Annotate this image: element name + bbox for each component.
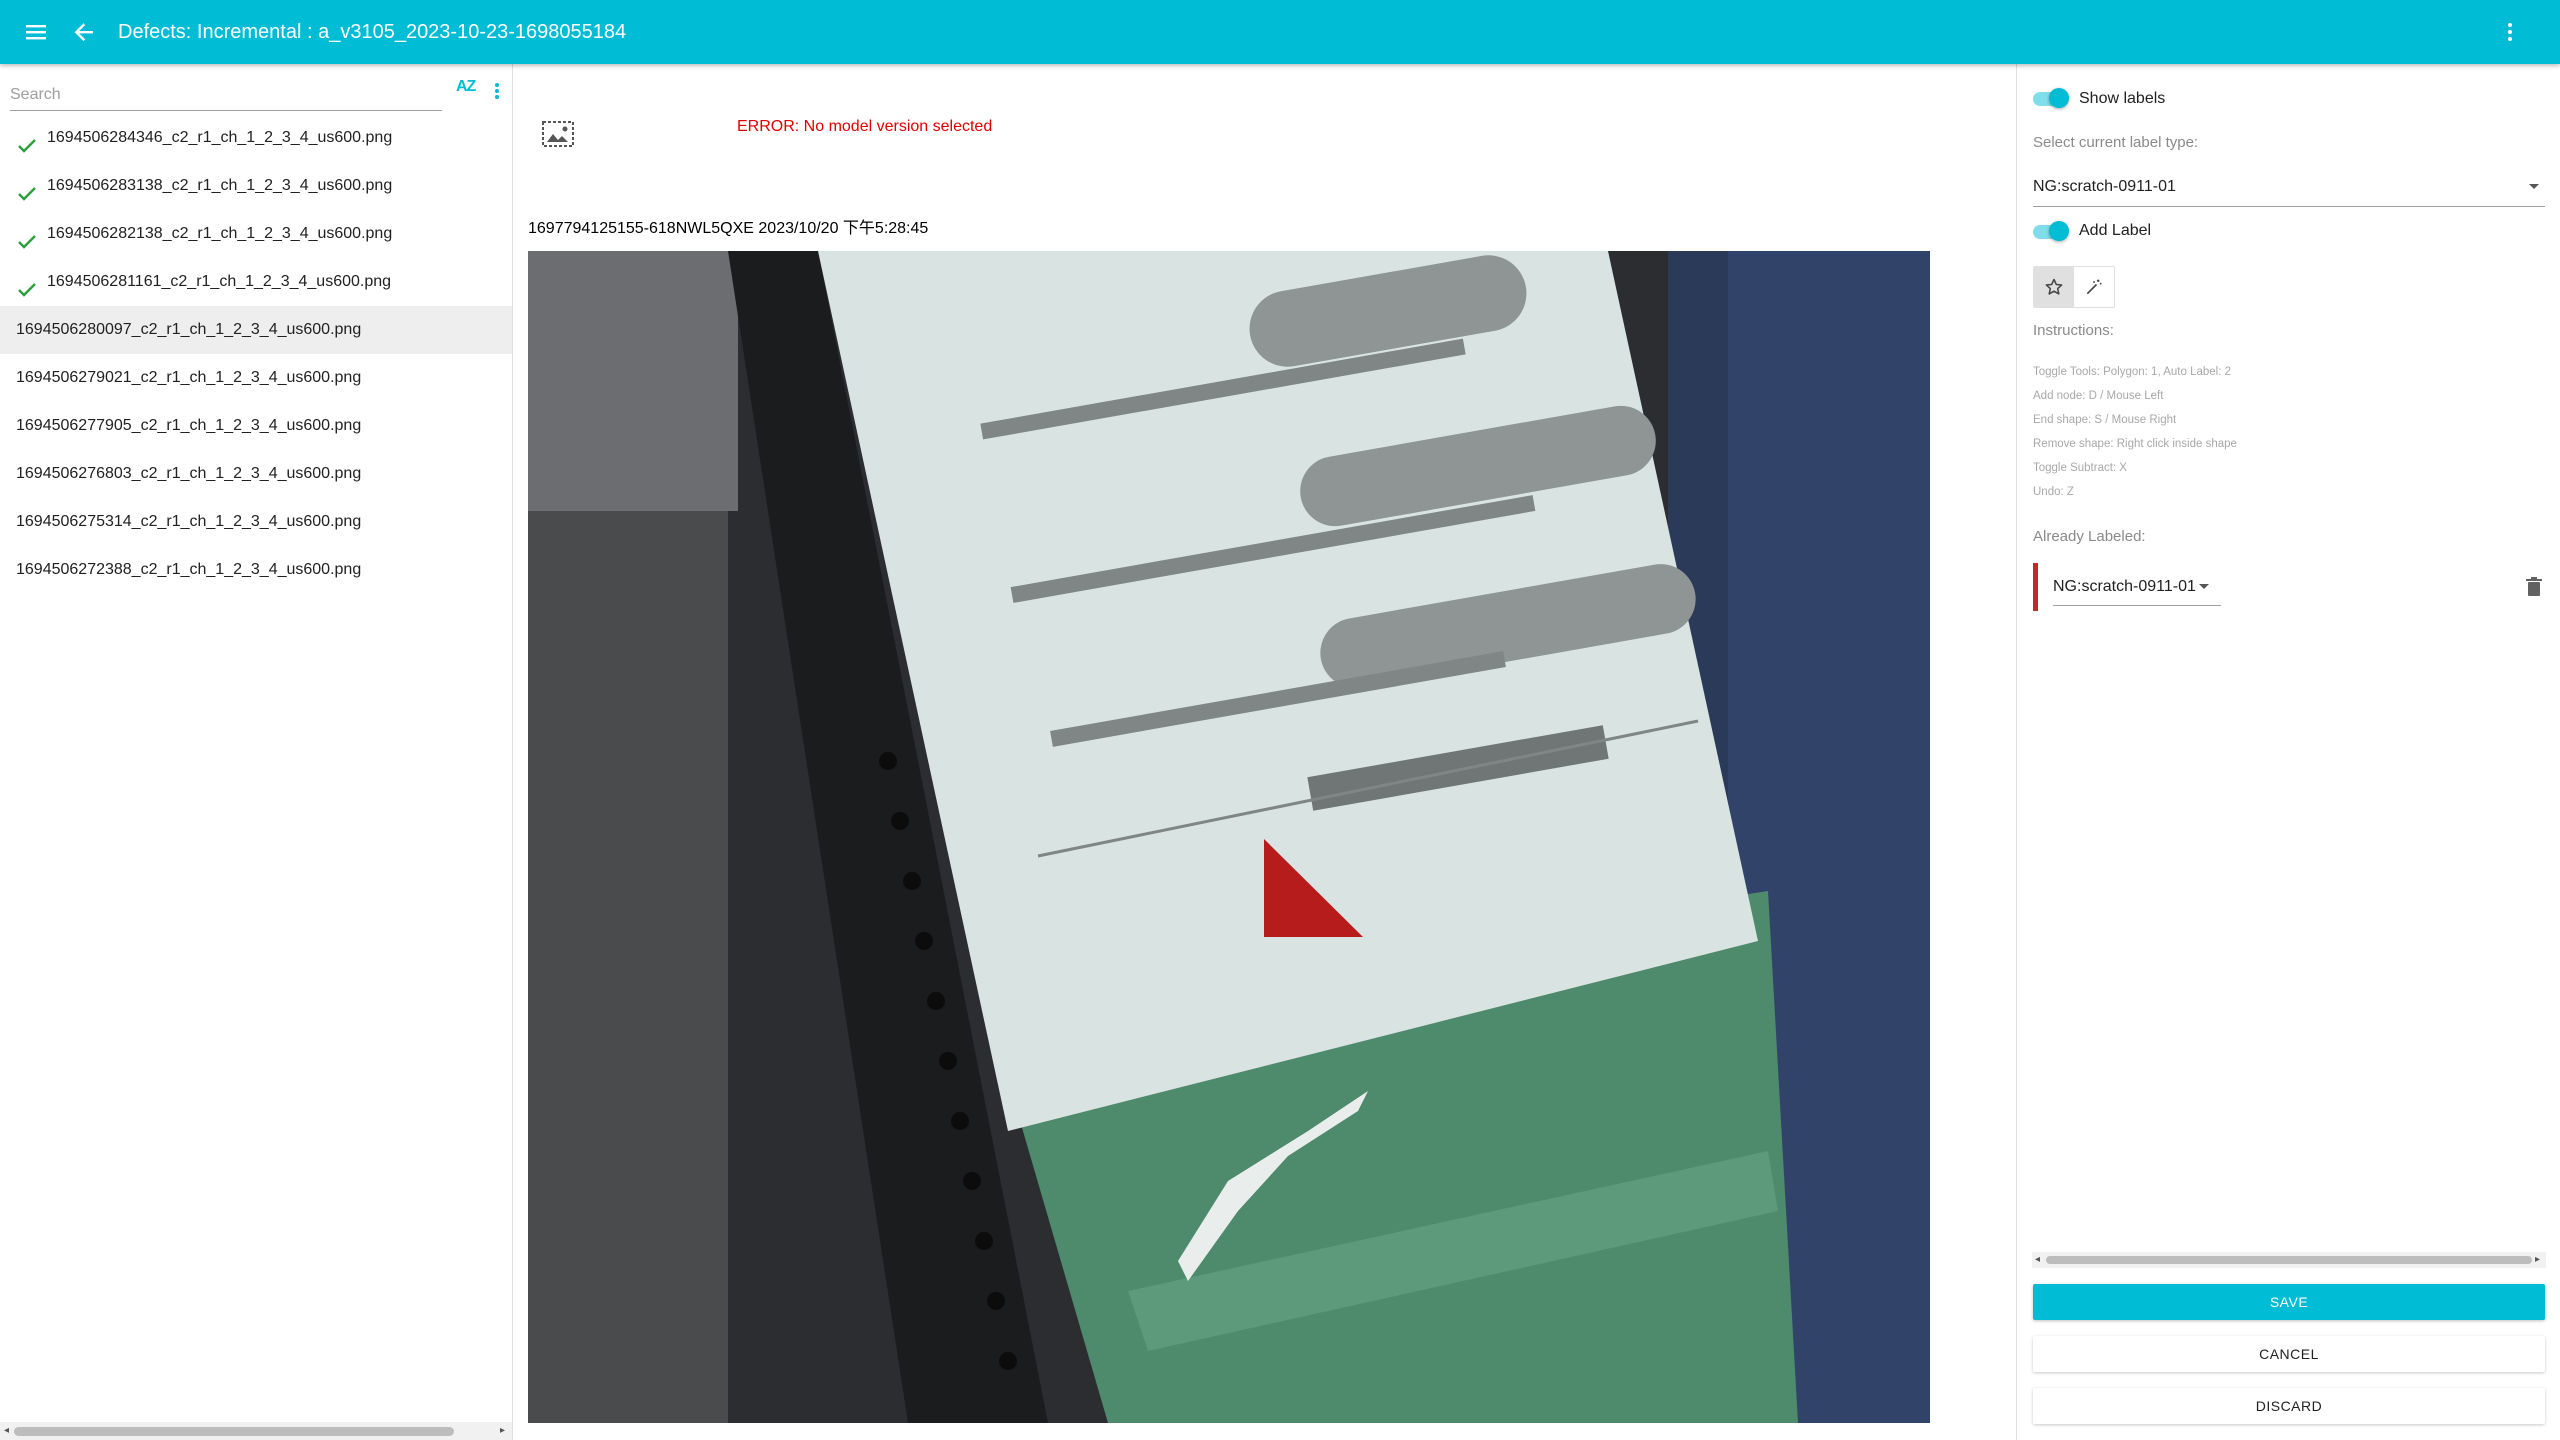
add-label-label: Add Label	[2079, 222, 2152, 239]
scroll-right-arrow-icon[interactable]: ▸	[500, 1425, 505, 1436]
file-name: 1694506282138_c2_r1_ch_1_2_3_4_us600.png	[47, 225, 393, 242]
list-more-vert-icon[interactable]	[490, 80, 504, 102]
labeled-item-value: NG:scratch-0911-01	[2053, 578, 2196, 595]
menu-icon[interactable]	[20, 16, 52, 48]
file-list-horizontal-scrollbar[interactable]: ◂ ▸	[0, 1422, 512, 1440]
check-icon	[16, 128, 38, 153]
image-canvas[interactable]	[528, 251, 1930, 1423]
scroll-right-arrow-icon[interactable]: ▸	[2535, 1254, 2540, 1265]
list-item[interactable]: 1694506283138_c2_r1_ch_1_2_3_4_us600.png	[0, 162, 512, 210]
delete-trash-icon[interactable]	[2525, 577, 2543, 597]
tool-toggle-group	[2033, 266, 2115, 308]
instruction-line: End shape: S / Mouse Right	[2033, 414, 2177, 426]
chevron-down-icon	[2199, 584, 2209, 589]
list-item[interactable]: 1694506280097_c2_r1_ch_1_2_3_4_us600.png	[0, 306, 512, 354]
check-icon	[16, 176, 38, 201]
instructions-heading: Instructions:	[2033, 322, 2114, 339]
instruction-line: Add node: D / Mouse Left	[2033, 390, 2164, 402]
chevron-down-icon	[2529, 184, 2539, 189]
instruction-line: Toggle Subtract: X	[2033, 462, 2127, 474]
labeled-item-select[interactable]: NG:scratch-0911-01	[2053, 569, 2221, 606]
label-type-value: NG:scratch-0911-01	[2033, 178, 2176, 195]
more-vert-icon[interactable]	[2494, 16, 2526, 48]
label-color-bar	[2033, 563, 2038, 611]
already-labeled-heading: Already Labeled:	[2033, 528, 2146, 545]
arrow-back-icon[interactable]	[68, 16, 100, 48]
list-item[interactable]: 1694506282138_c2_r1_ch_1_2_3_4_us600.png	[0, 210, 512, 258]
scroll-left-arrow-icon[interactable]: ◂	[2035, 1254, 2040, 1265]
list-item[interactable]: 1694506277905_c2_r1_ch_1_2_3_4_us600.png	[0, 402, 512, 450]
list-item[interactable]: 1694506276803_c2_r1_ch_1_2_3_4_us600.png	[0, 450, 512, 498]
instruction-line: Undo: Z	[2033, 486, 2074, 498]
discard-button[interactable]: DISCARD	[2033, 1388, 2545, 1424]
image-caption: 1697794125155-618NWL5QXE 2023/10/20 下午5:…	[528, 220, 929, 237]
cancel-button[interactable]: CANCEL	[2033, 1336, 2545, 1372]
image-viewer: ERROR: No model version selected 1697794…	[513, 64, 2015, 1440]
show-labels-toggle[interactable]	[2031, 87, 2069, 109]
file-name: 1694506272388_c2_r1_ch_1_2_3_4_us600.png	[16, 561, 362, 578]
file-name: 1694506280097_c2_r1_ch_1_2_3_4_us600.png	[16, 321, 362, 338]
search-field	[10, 74, 442, 111]
file-name: 1694506279021_c2_r1_ch_1_2_3_4_us600.png	[16, 369, 362, 386]
file-name: 1694506277905_c2_r1_ch_1_2_3_4_us600.png	[16, 417, 362, 434]
check-icon	[16, 224, 38, 249]
file-name: 1694506283138_c2_r1_ch_1_2_3_4_us600.png	[47, 177, 393, 194]
auto-label-wand-icon[interactable]	[2074, 267, 2114, 307]
panel-horizontal-scrollbar[interactable]: ◂ ▸	[2032, 1252, 2546, 1268]
file-name: 1694506284346_c2_r1_ch_1_2_3_4_us600.png	[47, 129, 393, 146]
list-item[interactable]: 1694506275314_c2_r1_ch_1_2_3_4_us600.png	[0, 498, 512, 546]
sort-az-icon[interactable]: AZ	[456, 78, 476, 96]
page-title: Defects: Incremental : a_v3105_2023-10-2…	[118, 21, 627, 43]
search-input[interactable]	[10, 84, 440, 106]
app-bar: Defects: Incremental : a_v3105_2023-10-2…	[0, 0, 2560, 64]
check-icon	[16, 272, 38, 297]
add-label-toggle[interactable]	[2031, 220, 2069, 242]
scroll-left-arrow-icon[interactable]: ◂	[4, 1425, 9, 1436]
list-item[interactable]: 1694506281161_c2_r1_ch_1_2_3_4_us600.png	[0, 258, 512, 306]
file-name: 1694506275314_c2_r1_ch_1_2_3_4_us600.png	[16, 513, 362, 530]
instruction-line: Remove shape: Right click inside shape	[2033, 438, 2237, 450]
list-item[interactable]: 1694506272388_c2_r1_ch_1_2_3_4_us600.png	[0, 546, 512, 594]
scrollbar-thumb[interactable]	[14, 1427, 454, 1436]
label-type-select[interactable]: NG:scratch-0911-01	[2033, 170, 2545, 207]
labeled-item-row: NG:scratch-0911-01	[2033, 563, 2545, 613]
scrollbar-thumb[interactable]	[2046, 1256, 2532, 1264]
list-item[interactable]: 1694506279021_c2_r1_ch_1_2_3_4_us600.png	[0, 354, 512, 402]
polygon-tool-star-icon[interactable]	[2034, 267, 2074, 307]
image-settings-icon[interactable]	[541, 118, 575, 150]
file-name: 1694506276803_c2_r1_ch_1_2_3_4_us600.png	[16, 465, 362, 482]
error-message: ERROR: No model version selected	[737, 118, 993, 135]
show-labels-label: Show labels	[2079, 90, 2166, 107]
instruction-line: Toggle Tools: Polygon: 1, Auto Label: 2	[2033, 366, 2231, 378]
file-list: 1694506284346_c2_r1_ch_1_2_3_4_us600.png…	[0, 114, 512, 594]
file-name: 1694506281161_c2_r1_ch_1_2_3_4_us600.png	[47, 273, 392, 290]
label-panel: Show labels Select current label type: N…	[2016, 64, 2560, 1440]
save-button[interactable]: SAVE	[2033, 1284, 2545, 1320]
list-item[interactable]: 1694506284346_c2_r1_ch_1_2_3_4_us600.png	[0, 114, 512, 162]
label-type-heading: Select current label type:	[2033, 134, 2199, 151]
